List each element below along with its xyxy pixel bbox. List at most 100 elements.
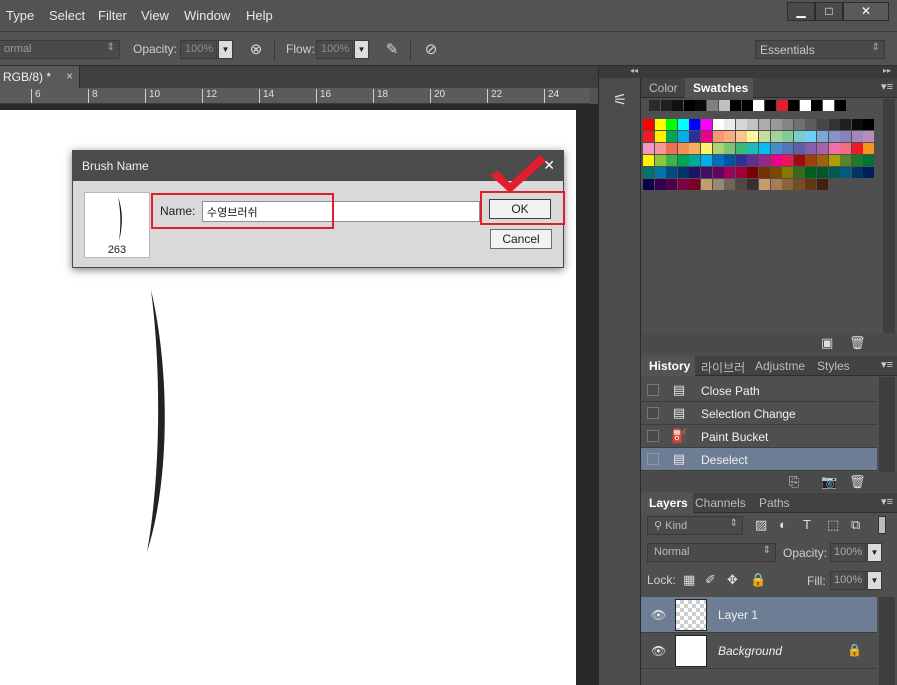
swatch[interactable] (666, 179, 678, 190)
swatch[interactable] (782, 155, 794, 166)
swatch[interactable] (851, 131, 863, 142)
swatch[interactable] (735, 119, 747, 130)
menu-help[interactable]: Help (246, 8, 273, 23)
swatch[interactable] (851, 167, 863, 178)
swatch[interactable] (643, 143, 654, 154)
swatch[interactable] (677, 155, 689, 166)
swatch[interactable] (747, 179, 759, 190)
swatch[interactable] (782, 119, 794, 130)
swatch[interactable] (683, 100, 695, 111)
trash-icon[interactable]: 🗑 (849, 335, 866, 351)
swatch[interactable] (834, 100, 846, 111)
swatch[interactable] (724, 155, 736, 166)
swatch[interactable] (677, 167, 689, 178)
filter-pixel-icon[interactable]: ▨ (755, 517, 767, 533)
history-item[interactable]: ▤ Selection Change (641, 402, 877, 425)
swatch[interactable] (695, 100, 707, 111)
swatch[interactable] (666, 119, 678, 130)
tab-paths[interactable]: Paths (751, 493, 795, 513)
swatch[interactable] (817, 143, 828, 154)
swatch[interactable] (811, 100, 823, 111)
swatch[interactable] (701, 119, 712, 130)
layer-row-selected[interactable]: 👁 Layer 1 (641, 597, 877, 633)
history-snapshot-checkbox[interactable] (647, 430, 659, 442)
tab-swatches[interactable]: Swatches (685, 78, 754, 98)
swatch[interactable] (765, 100, 776, 111)
menu-select[interactable]: Select (49, 8, 85, 23)
swatch[interactable] (735, 143, 747, 154)
swatch[interactable] (712, 131, 724, 142)
history-scrollbar[interactable] (879, 377, 895, 473)
tab-channels[interactable]: Channels (687, 493, 751, 513)
lock-transparency-icon[interactable]: ▦ (683, 572, 695, 588)
swatch[interactable] (770, 155, 782, 166)
tab-libraries[interactable]: 라이브러 (693, 356, 750, 376)
swatch[interactable] (799, 100, 811, 111)
menu-view[interactable]: View (141, 8, 169, 23)
swatch[interactable] (817, 179, 828, 190)
document-tab[interactable]: RGB/8) * × (0, 66, 80, 88)
swatch[interactable] (689, 119, 701, 130)
menu-window[interactable]: Window (184, 8, 230, 23)
swatch[interactable] (753, 100, 765, 111)
swatch[interactable] (770, 119, 782, 130)
layer-opacity-field[interactable]: 100% (830, 543, 866, 562)
swatch[interactable] (654, 167, 666, 178)
swatch[interactable] (643, 167, 654, 178)
swatch[interactable] (643, 119, 654, 130)
swatch[interactable] (701, 143, 712, 154)
lock-all-icon[interactable]: 🔒 (750, 572, 766, 588)
history-item[interactable]: ▤ Close Path (641, 379, 877, 402)
swatch[interactable] (689, 167, 701, 178)
new-document-from-state-icon[interactable]: ⎘ (789, 474, 799, 490)
tablet-pressure-icon[interactable]: ⊘ (421, 40, 441, 60)
swatch[interactable] (666, 131, 678, 142)
swatch[interactable] (793, 179, 805, 190)
opacity-dropdown[interactable]: ▼ (218, 40, 233, 59)
swatch[interactable] (701, 167, 712, 178)
swatch[interactable] (770, 143, 782, 154)
swatch[interactable] (805, 167, 817, 178)
swatch[interactable] (701, 131, 712, 142)
swatch[interactable] (851, 143, 863, 154)
brush-presets-icon[interactable]: ⚟ (607, 88, 633, 114)
swatch[interactable] (689, 179, 701, 190)
swatch[interactable] (707, 100, 718, 111)
swatch[interactable] (817, 155, 828, 166)
fill-field[interactable]: 100% (830, 571, 866, 590)
maximize-button[interactable]: □ (815, 2, 843, 21)
expand-dock-icon[interactable]: ▸▸ (641, 66, 897, 78)
swatch[interactable] (741, 100, 753, 111)
swatch[interactable] (747, 155, 759, 166)
layer-filter-kind[interactable]: ⚲ Kind ⇕ (647, 516, 743, 535)
swatch[interactable] (724, 179, 736, 190)
filter-type-icon[interactable]: T (803, 517, 811, 532)
visibility-eye-icon[interactable]: 👁 (651, 644, 666, 658)
menu-filter[interactable]: Filter (98, 8, 127, 23)
swatch[interactable] (654, 179, 666, 190)
filter-shape-icon[interactable]: ⬚ (827, 517, 839, 533)
swatch[interactable] (666, 167, 678, 178)
swatch[interactable] (828, 155, 840, 166)
swatch[interactable] (793, 131, 805, 142)
new-swatch-icon[interactable]: ▣ (821, 335, 833, 351)
lock-image-pixels-icon[interactable]: ✐ (705, 572, 716, 588)
swatch[interactable] (863, 167, 875, 178)
swatch[interactable] (724, 167, 736, 178)
swatch[interactable] (805, 131, 817, 142)
swatch[interactable] (701, 179, 712, 190)
swatch[interactable] (712, 167, 724, 178)
collapse-strip-icon[interactable]: ◂◂ (599, 66, 642, 78)
swatch[interactable] (817, 131, 828, 142)
swatch[interactable] (735, 155, 747, 166)
swatch[interactable] (863, 119, 875, 130)
fill-dropdown[interactable]: ▼ (867, 571, 882, 590)
swatch[interactable] (712, 155, 724, 166)
swatch[interactable] (724, 131, 736, 142)
cancel-button[interactable]: Cancel (490, 229, 552, 249)
tab-layers[interactable]: Layers (641, 493, 693, 513)
trash-icon[interactable]: 🗑 (849, 474, 866, 490)
swatch[interactable] (643, 179, 654, 190)
swatch[interactable] (793, 155, 805, 166)
swatch[interactable] (788, 100, 800, 111)
